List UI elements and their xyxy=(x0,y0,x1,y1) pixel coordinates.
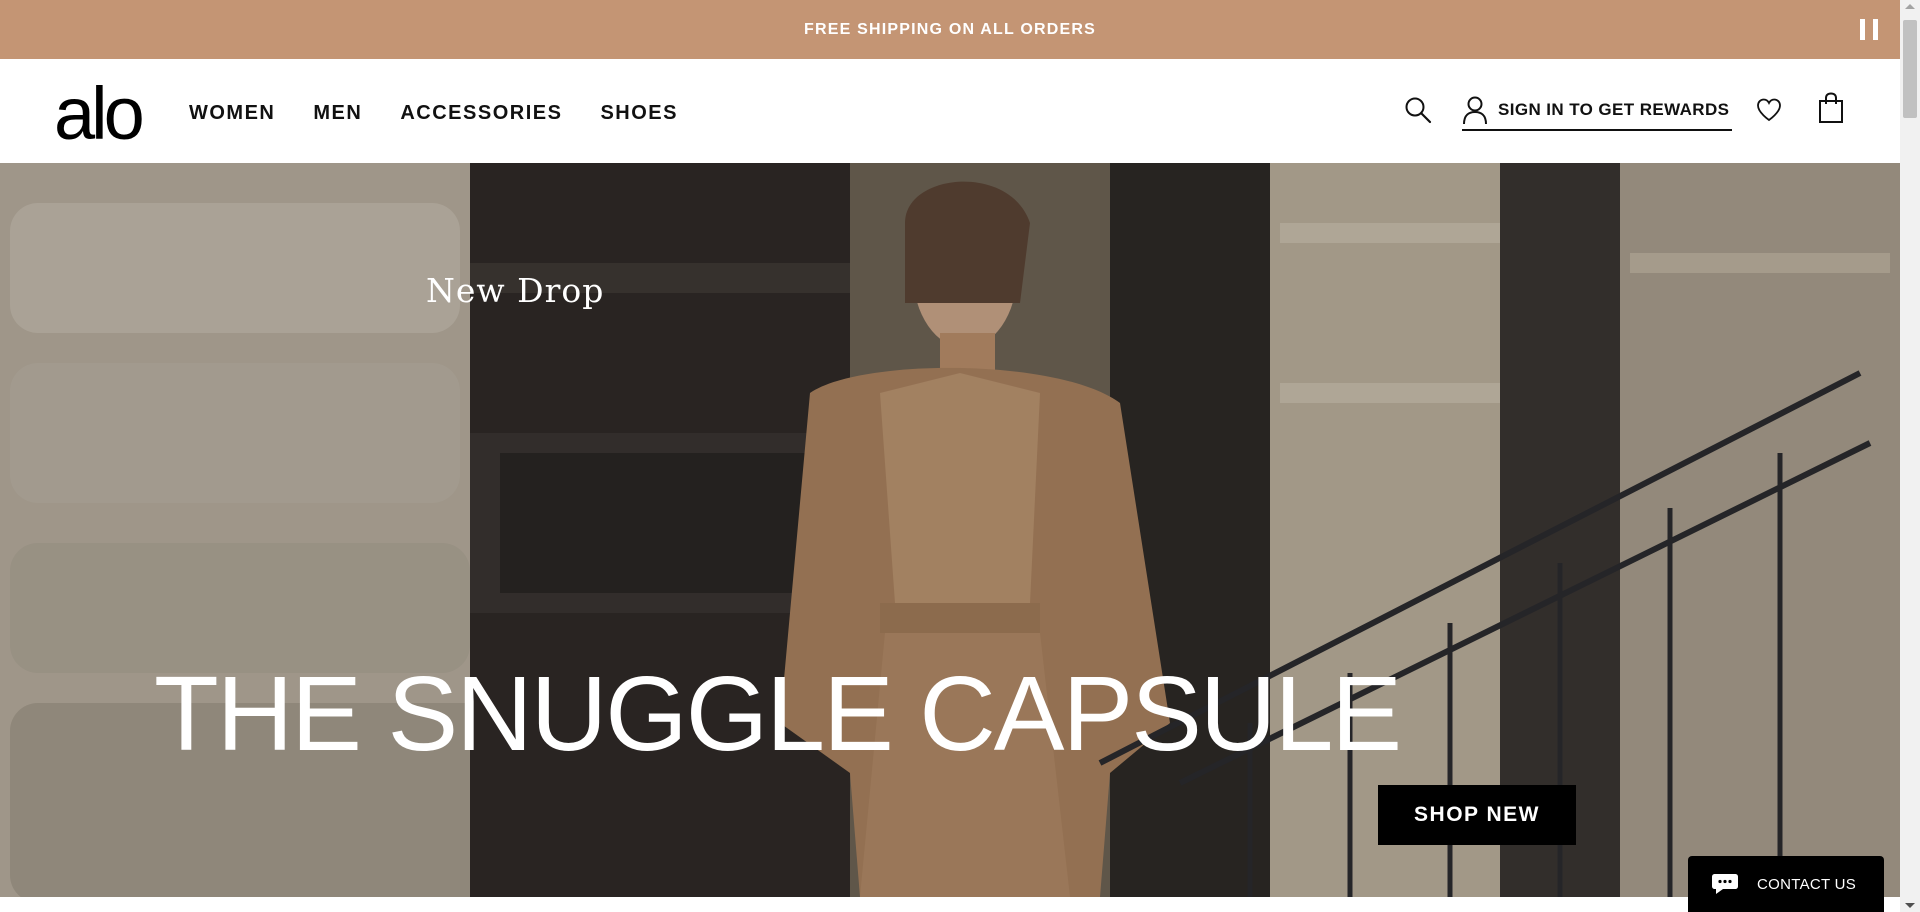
search-icon[interactable] xyxy=(1404,96,1432,124)
user-icon xyxy=(1463,96,1487,125)
logo[interactable]: alo xyxy=(54,77,145,151)
shop-new-button[interactable]: SHOP NEW xyxy=(1378,785,1576,845)
sign-in-label: SIGN IN TO GET REWARDS xyxy=(1498,100,1730,119)
hero-eyebrow: New Drop xyxy=(426,271,605,310)
nav-item-shoes[interactable]: SHOES xyxy=(600,102,678,125)
nav-item-women[interactable]: WOMEN xyxy=(189,102,275,125)
scroll-up-arrow-icon[interactable] xyxy=(1905,4,1915,9)
bag-icon[interactable] xyxy=(1818,92,1844,124)
contact-us-button[interactable]: CONTACT US xyxy=(1688,856,1884,912)
main-nav: WOMEN MEN ACCESSORIES SHOES xyxy=(189,102,678,125)
scroll-down-arrow-icon[interactable] xyxy=(1905,903,1915,908)
page-scrollbar[interactable] xyxy=(1900,0,1920,912)
sign-in-link[interactable]: SIGN IN TO GET REWARDS xyxy=(1462,95,1732,131)
heart-icon[interactable] xyxy=(1756,97,1782,123)
hero-background-image xyxy=(0,163,1900,897)
pause-icon[interactable] xyxy=(1860,19,1878,41)
chat-icon xyxy=(1712,874,1738,894)
site-header: alo WOMEN MEN ACCESSORIES SHOES SIGN IN … xyxy=(0,59,1900,163)
scroll-thumb[interactable] xyxy=(1903,20,1917,118)
nav-item-men[interactable]: MEN xyxy=(313,102,362,125)
hero-title: THE SNUGGLE CAPSULE xyxy=(154,655,1402,773)
announcement-text: FREE SHIPPING ON ALL ORDERS xyxy=(804,20,1096,38)
announcement-bar: FREE SHIPPING ON ALL ORDERS xyxy=(0,0,1900,59)
contact-us-label: CONTACT US xyxy=(1757,875,1857,893)
nav-item-accessories[interactable]: ACCESSORIES xyxy=(400,102,562,125)
hero-banner[interactable]: New Drop THE SNUGGLE CAPSULE SHOP NEW xyxy=(0,163,1900,897)
